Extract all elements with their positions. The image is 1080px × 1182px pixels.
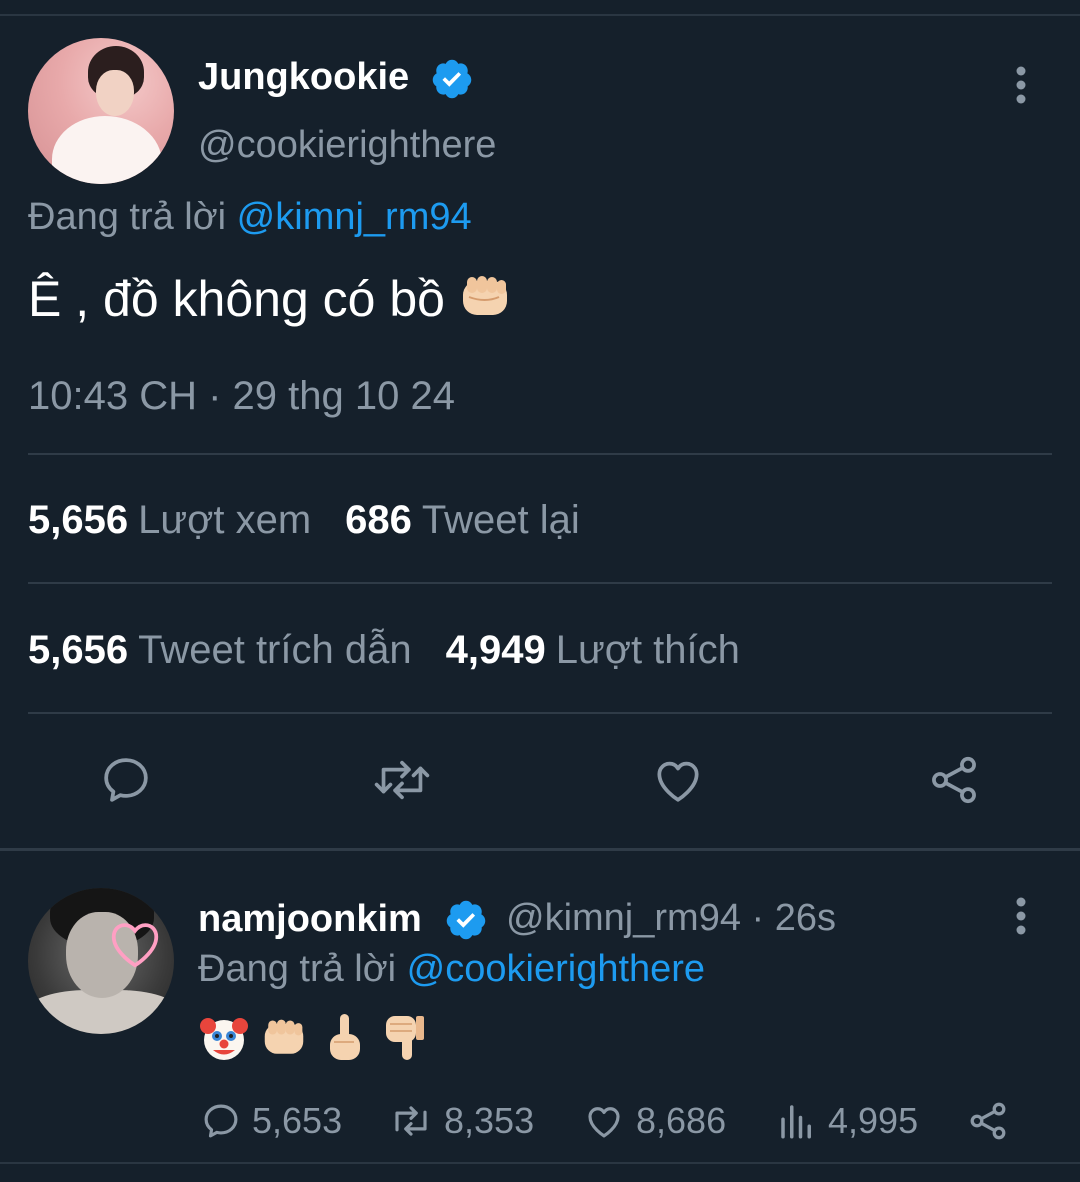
author-handle[interactable]: @cookierighthere: [198, 124, 496, 167]
replying-to-link[interactable]: @cookierighthere: [407, 948, 705, 990]
replying-to-label: Đang trả lời: [198, 948, 397, 990]
share-button[interactable]: [922, 748, 986, 812]
verified-badge-icon: [444, 898, 488, 942]
reply-icon: [204, 1104, 238, 1138]
retweets-stat[interactable]: 686 Tweet lại: [345, 498, 580, 542]
top-divider: [0, 14, 1080, 16]
stats-row-1: 5,656 Lượt xem 686 Tweet lại: [28, 498, 580, 543]
more-options-button[interactable]: [1001, 891, 1041, 941]
more-options-button[interactable]: [1001, 60, 1041, 110]
reply-button[interactable]: [94, 748, 158, 812]
divider: [28, 582, 1052, 584]
tweet-body: Ê , đồ không có bồ: [28, 270, 511, 333]
retweet-count-button[interactable]: 8,353: [388, 1096, 534, 1146]
replying-to-link[interactable]: @kimnj_rm94: [237, 196, 472, 238]
like-count: 8,686: [636, 1100, 727, 1141]
divider: [28, 712, 1052, 714]
replying-to-line: Đang trả lời @kimnj_rm94: [28, 196, 472, 239]
reply-count: 5,653: [252, 1100, 343, 1141]
like-count-button[interactable]: 8,686: [582, 1096, 726, 1146]
heart-icon: [588, 1107, 620, 1138]
reply-count-button[interactable]: 5,653: [200, 1096, 342, 1146]
more-vertical-icon: [1016, 66, 1026, 104]
verified-badge-icon: [430, 57, 474, 101]
replying-to-line: Đang trả lời @cookierighthere: [198, 948, 705, 991]
section-divider: [0, 848, 1080, 851]
stats-row-2: 5,656 Tweet trích dẫn 4,949 Lượt thích: [28, 628, 740, 673]
retweet-icon: [395, 1106, 427, 1136]
share-icon: [932, 756, 976, 804]
reply-handle-and-time[interactable]: @kimnj_rm94 · 26s: [506, 897, 836, 940]
avatar[interactable]: [28, 38, 174, 184]
quote-tweets-stat[interactable]: 5,656 Tweet trích dẫn: [28, 628, 412, 672]
retweet-icon: [374, 760, 430, 800]
fist-emoji-icon: [459, 273, 511, 333]
avatar[interactable]: [28, 888, 174, 1034]
share-icon: [970, 1102, 1006, 1140]
analytics-icon: [781, 1105, 811, 1139]
reply-author-display-name[interactable]: namjoonkim: [198, 898, 422, 941]
fist-icon: [258, 1012, 310, 1064]
reply-emoji-text: [198, 1012, 430, 1064]
retweet-count: 8,353: [444, 1100, 535, 1141]
author-display-name[interactable]: Jungkookie: [198, 56, 409, 99]
clown-face-icon: [198, 1012, 250, 1064]
likes-stat[interactable]: 4,949 Lượt thích: [446, 628, 740, 672]
views-count-button[interactable]: 4,995: [776, 1096, 918, 1146]
divider: [28, 453, 1052, 455]
like-button[interactable]: [646, 748, 710, 812]
views-stat[interactable]: 5,656 Lượt xem: [28, 498, 311, 542]
views-count: 4,995: [828, 1100, 919, 1141]
tweet-text: Ê , đồ không có bồ: [28, 271, 445, 327]
tweet-timestamp[interactable]: 10:43 CH · 29 thg 10 24: [28, 374, 455, 419]
heart-sticker-icon: [106, 918, 164, 975]
middle-finger-icon: [318, 1012, 370, 1064]
heart-icon: [657, 761, 699, 802]
thumbs-down-icon: [378, 1012, 430, 1064]
retweet-button[interactable]: [370, 748, 434, 812]
replying-to-label: Đang trả lời: [28, 196, 227, 238]
more-vertical-icon: [1016, 897, 1026, 935]
share-button[interactable]: [966, 1096, 1020, 1146]
bottom-divider: [0, 1162, 1080, 1164]
reply-icon: [104, 758, 148, 802]
